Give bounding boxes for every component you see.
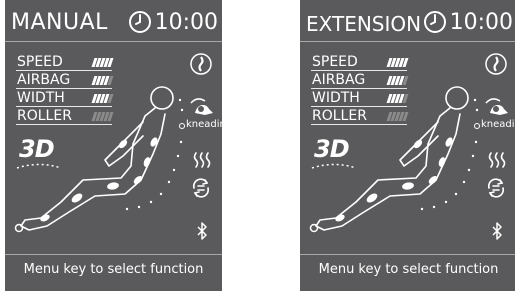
bluetooth-icon[interactable] (491, 222, 503, 240)
footer-divider (5, 254, 222, 255)
footer-hint: Menu key to select function (23, 262, 204, 277)
mode-title: EXTENSION (306, 12, 422, 36)
setting-speed[interactable]: SPEED (311, 54, 409, 71)
swing-icon[interactable] (485, 177, 507, 199)
speed-level-bars (91, 58, 114, 67)
clock-icon (128, 11, 151, 33)
kneading-icon[interactable] (482, 95, 510, 117)
header-divider (5, 41, 222, 42)
spine-icon[interactable] (190, 53, 212, 75)
kneading-icon[interactable] (187, 95, 215, 117)
timer-value: 10:00 (449, 9, 513, 35)
footer-hint: Menu key to select function (318, 262, 499, 277)
timer: 10:00 (423, 8, 513, 36)
mode-title: MANUAL (11, 10, 108, 35)
setting-speed[interactable]: SPEED (16, 54, 114, 71)
kneading-label: kneading (186, 119, 222, 130)
speed-level-bars (386, 58, 409, 67)
setting-label: SPEED (17, 54, 63, 70)
heat-icon[interactable] (487, 150, 507, 170)
heat-icon[interactable] (192, 150, 212, 170)
massage-chair-figure (14, 86, 185, 233)
display-panel-manual: MANUAL 10:00 SPEED AIRBAG WIDTH ROLLER 3… (5, 0, 222, 291)
setting-label: SPEED (312, 54, 358, 70)
clock-icon (423, 11, 446, 33)
swing-icon[interactable] (190, 177, 212, 199)
massage-chair-figure (309, 86, 480, 233)
display-panel-extension: EXTENSION 10:00 SPEED AIRBAG WIDTH ROLLE… (300, 0, 515, 291)
footer-divider (300, 254, 515, 255)
timer-value: 10:00 (154, 9, 218, 35)
spine-icon[interactable] (485, 53, 507, 75)
header-divider (300, 41, 515, 42)
bluetooth-icon[interactable] (196, 222, 208, 240)
kneading-label: kneading (481, 119, 515, 130)
timer: 10:00 (128, 8, 218, 36)
